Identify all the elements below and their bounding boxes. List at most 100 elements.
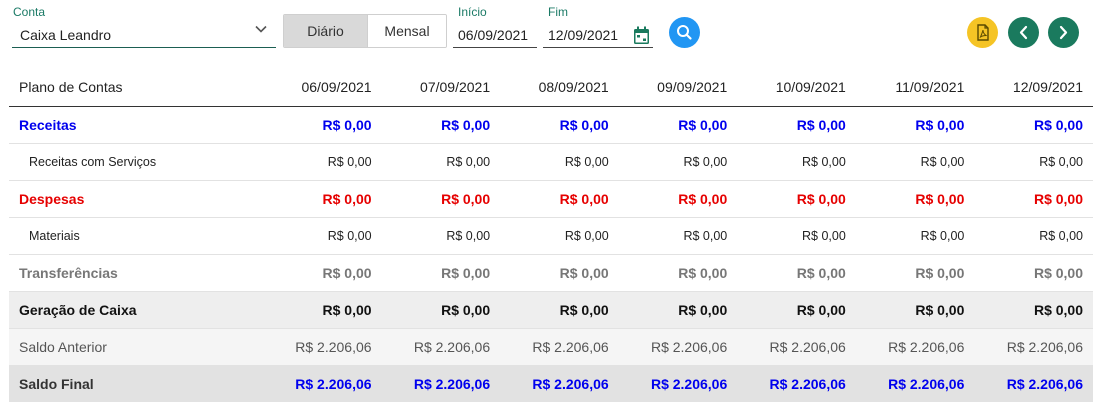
row-label: Receitas <box>9 106 263 144</box>
row-geracao-caixa: Geração de Caixa R$ 0,00 R$ 0,00 R$ 0,00… <box>9 291 1093 329</box>
cell-value: R$ 2.206,06 <box>855 328 975 366</box>
cell-value: R$ 2.206,06 <box>737 328 856 366</box>
cell-value: R$ 0,00 <box>974 254 1093 292</box>
cell-value: R$ 0,00 <box>263 217 382 255</box>
view-toggle: Diário Mensal <box>283 14 447 48</box>
fim-label: Fim <box>548 5 568 19</box>
cell-value: R$ 0,00 <box>618 254 738 292</box>
row-transferencias: Transferências R$ 0,00 R$ 0,00 R$ 0,00 R… <box>9 254 1093 292</box>
row-receitas-servicos: Receitas com Serviços R$ 0,00 R$ 0,00 R$… <box>9 143 1093 181</box>
cell-value: R$ 2.206,06 <box>855 365 975 402</box>
cell-value: R$ 2.206,06 <box>618 365 738 402</box>
toggle-mensal[interactable]: Mensal <box>367 15 446 47</box>
search-button[interactable] <box>669 17 700 48</box>
fim-value[interactable]: 12/09/2021 <box>548 27 618 43</box>
filter-toolbar: Conta Caixa Leandro Diário Mensal Início… <box>0 0 1099 60</box>
previous-period-button[interactable] <box>1008 17 1039 48</box>
next-period-button[interactable] <box>1048 17 1079 48</box>
cell-value: R$ 0,00 <box>974 106 1093 144</box>
row-label: Geração de Caixa <box>9 291 263 329</box>
cell-value: R$ 0,00 <box>618 106 738 144</box>
export-pdf-button[interactable] <box>967 17 998 48</box>
chevron-down-icon[interactable] <box>254 22 268 36</box>
cell-value: R$ 0,00 <box>263 291 382 329</box>
cell-value: R$ 0,00 <box>737 291 856 329</box>
cell-value: R$ 0,00 <box>737 180 856 218</box>
inicio-value[interactable]: 06/09/2021 <box>458 27 528 43</box>
cell-value: R$ 2.206,06 <box>737 365 856 402</box>
cell-value: R$ 2.206,06 <box>381 328 501 366</box>
cell-value: R$ 0,00 <box>855 106 975 144</box>
column-header-plano: Plano de Contas <box>9 68 263 107</box>
cell-value: R$ 0,00 <box>381 143 501 181</box>
fim-date-field[interactable]: Fim 12/09/2021 <box>543 5 653 48</box>
cell-value: R$ 0,00 <box>855 217 975 255</box>
inicio-label: Início <box>458 5 487 19</box>
row-label: Saldo Anterior <box>9 328 263 366</box>
cell-value: R$ 2.206,06 <box>263 365 382 402</box>
cell-value: R$ 0,00 <box>500 106 619 144</box>
cell-value: R$ 0,00 <box>381 106 501 144</box>
column-header-date: 12/09/2021 <box>974 68 1093 107</box>
cell-value: R$ 0,00 <box>855 254 975 292</box>
conta-label: Conta <box>13 5 46 19</box>
cell-value: R$ 0,00 <box>500 291 619 329</box>
cell-value: R$ 0,00 <box>500 254 619 292</box>
cell-value: R$ 0,00 <box>974 143 1093 181</box>
cell-value: R$ 0,00 <box>974 217 1093 255</box>
cell-value: R$ 0,00 <box>974 180 1093 218</box>
cell-value: R$ 0,00 <box>618 217 738 255</box>
toggle-diario[interactable]: Diário <box>284 15 367 47</box>
row-saldo-final: Saldo Final R$ 2.206,06 R$ 2.206,06 R$ 2… <box>9 365 1093 402</box>
row-despesas: Despesas R$ 0,00 R$ 0,00 R$ 0,00 R$ 0,00… <box>9 180 1093 218</box>
pdf-icon <box>977 24 989 41</box>
column-header-date: 09/09/2021 <box>618 68 738 107</box>
cell-value: R$ 0,00 <box>855 180 975 218</box>
cell-value: R$ 0,00 <box>855 291 975 329</box>
row-label: Saldo Final <box>9 365 263 402</box>
cell-value: R$ 0,00 <box>500 143 619 181</box>
chevron-right-icon <box>1059 25 1068 40</box>
chevron-left-icon <box>1019 25 1028 40</box>
cell-value: R$ 0,00 <box>737 106 856 144</box>
cell-value: R$ 0,00 <box>618 143 738 181</box>
cell-value: R$ 0,00 <box>500 217 619 255</box>
conta-select[interactable]: Conta Caixa Leandro <box>12 5 276 48</box>
cell-value: R$ 0,00 <box>974 291 1093 329</box>
cell-value: R$ 0,00 <box>737 217 856 255</box>
cell-value: R$ 0,00 <box>381 217 501 255</box>
cell-value: R$ 2.206,06 <box>974 328 1093 366</box>
cell-value: R$ 0,00 <box>263 180 382 218</box>
cell-value: R$ 0,00 <box>737 143 856 181</box>
cell-value: R$ 2.206,06 <box>263 328 382 366</box>
cell-value: R$ 2.206,06 <box>618 328 738 366</box>
row-label: Materiais <box>9 217 263 255</box>
table-header-row: Plano de Contas 06/09/2021 07/09/2021 08… <box>9 68 1093 107</box>
cell-value: R$ 0,00 <box>381 180 501 218</box>
row-label: Receitas com Serviços <box>9 143 263 181</box>
row-label: Transferências <box>9 254 263 292</box>
cell-value: R$ 2.206,06 <box>500 328 619 366</box>
cell-value: R$ 0,00 <box>263 143 382 181</box>
cash-flow-table: Plano de Contas 06/09/2021 07/09/2021 08… <box>9 68 1093 402</box>
cell-value: R$ 0,00 <box>263 254 382 292</box>
cell-value: R$ 2.206,06 <box>381 365 501 402</box>
row-materiais: Materiais R$ 0,00 R$ 0,00 R$ 0,00 R$ 0,0… <box>9 217 1093 255</box>
row-label: Despesas <box>9 180 263 218</box>
inicio-date-field[interactable]: Início 06/09/2021 <box>453 5 537 48</box>
cell-value: R$ 0,00 <box>618 291 738 329</box>
cell-value: R$ 0,00 <box>381 254 501 292</box>
row-saldo-anterior: Saldo Anterior R$ 2.206,06 R$ 2.206,06 R… <box>9 328 1093 366</box>
column-header-date: 11/09/2021 <box>855 68 975 107</box>
row-receitas: Receitas R$ 0,00 R$ 0,00 R$ 0,00 R$ 0,00… <box>9 106 1093 144</box>
cell-value: R$ 0,00 <box>618 180 738 218</box>
conta-value[interactable]: Caixa Leandro <box>20 27 111 43</box>
column-header-date: 06/09/2021 <box>263 68 382 107</box>
cell-value: R$ 0,00 <box>500 180 619 218</box>
column-header-date: 08/09/2021 <box>500 68 619 107</box>
cell-value: R$ 2.206,06 <box>500 365 619 402</box>
search-icon <box>677 25 692 40</box>
calendar-icon[interactable] <box>633 26 650 45</box>
cell-value: R$ 0,00 <box>263 106 382 144</box>
column-header-date: 07/09/2021 <box>381 68 501 107</box>
